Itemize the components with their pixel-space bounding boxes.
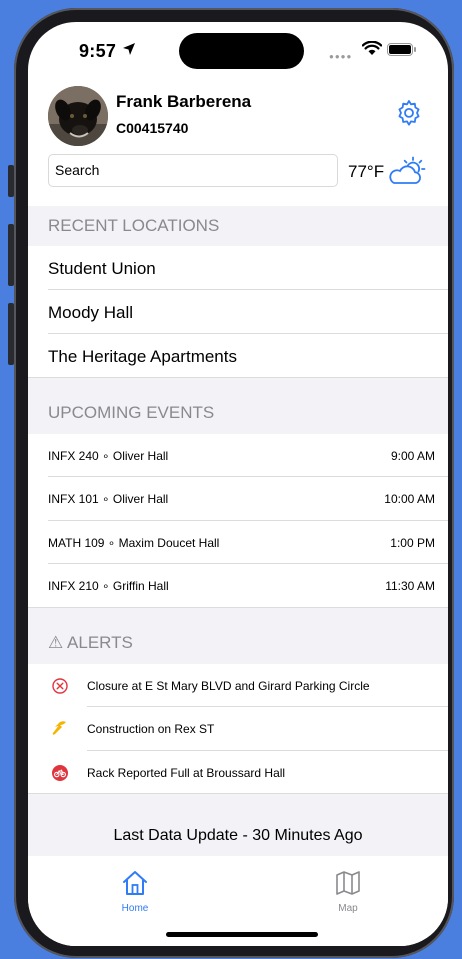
last-update-text: Last Data Update - 30 Minutes Ago xyxy=(113,827,363,844)
alert-row[interactable]: Rack Reported Full at Broussard Hall xyxy=(28,751,448,794)
dynamic-island xyxy=(179,33,304,69)
event-time: 10:00 AM xyxy=(384,492,435,506)
search-input[interactable]: Search xyxy=(48,154,338,187)
event-row[interactable]: INFX 240 ∘ Oliver Hall 9:00 AM xyxy=(28,434,448,477)
recent-location-item[interactable]: Moody Hall xyxy=(28,290,448,334)
event-title: INFX 101 ∘ Oliver Hall xyxy=(48,492,169,506)
event-time: 9:00 AM xyxy=(390,449,435,463)
event-row[interactable]: INFX 101 ∘ Oliver Hall 10:00 AM xyxy=(28,477,448,521)
event-title: INFX 240 ∘ Oliver Hall xyxy=(48,449,169,463)
alerts-header: ⚠ ALERTS xyxy=(28,608,448,664)
closure-icon xyxy=(52,678,68,694)
event-time: 1:00 PM xyxy=(390,536,435,550)
app-screen: 9:57 ●●●● Frank Barberena C00415740 Sear… xyxy=(28,22,448,946)
last-update-footer: Last Data Update - 30 Minutes Ago xyxy=(28,794,448,856)
avatar[interactable] xyxy=(48,86,108,146)
location-label: The Heritage Apartments xyxy=(48,347,237,366)
status-time: 9:57 xyxy=(79,41,117,61)
recent-location-item[interactable]: Student Union xyxy=(28,246,448,290)
alert-text: Closure at E St Mary BLVD and Girard Par… xyxy=(87,679,370,693)
wifi-icon xyxy=(362,41,382,55)
recent-locations-header: RECENT LOCATIONS xyxy=(28,206,448,246)
mute-switch xyxy=(8,165,14,197)
profile-name: Frank Barberena xyxy=(116,92,252,111)
battery-icon xyxy=(387,43,416,56)
partly-cloudy-icon xyxy=(389,156,426,184)
signal-dots-icon: ●●●● xyxy=(329,52,353,61)
tab-map-label: Map xyxy=(338,903,358,914)
map-icon xyxy=(336,871,360,895)
event-row[interactable]: INFX 210 ∘ Griffin Hall 11:30 AM xyxy=(28,564,448,608)
upcoming-events-header: UPCOMING EVENTS xyxy=(28,378,448,434)
location-label: Student Union xyxy=(48,259,156,278)
alert-row[interactable]: Closure at E St Mary BLVD and Girard Par… xyxy=(28,664,448,707)
event-time: 11:30 AM xyxy=(385,579,435,593)
home-indicator xyxy=(166,932,318,937)
avatar-photo xyxy=(48,86,108,146)
weather-temperature: 77°F xyxy=(348,162,385,181)
settings-gear-icon[interactable] xyxy=(395,98,423,126)
location-arrow-icon xyxy=(123,43,135,55)
event-title: INFX 210 ∘ Griffin Hall xyxy=(48,579,169,593)
recent-location-item[interactable]: The Heritage Apartments xyxy=(28,334,448,378)
hammer-icon xyxy=(52,721,66,735)
profile-id: C00415740 xyxy=(116,120,189,136)
volume-up-button xyxy=(8,224,14,286)
bike-icon xyxy=(52,765,68,781)
tab-home-label: Home xyxy=(121,903,149,914)
location-label: Moody Hall xyxy=(48,303,134,322)
alert-text: Rack Reported Full at Broussard Hall xyxy=(87,766,286,780)
alert-row[interactable]: Construction on Rex ST xyxy=(28,707,448,751)
status-bar: 9:57 ●●●● xyxy=(28,22,448,74)
volume-down-button xyxy=(8,303,14,365)
event-row[interactable]: MATH 109 ∘ Maxim Doucet Hall 1:00 PM xyxy=(28,521,448,564)
event-title: MATH 109 ∘ Maxim Doucet Hall xyxy=(48,536,220,550)
home-icon xyxy=(123,871,147,895)
alert-text: Construction on Rex ST xyxy=(87,722,215,736)
tab-map[interactable]: Map xyxy=(308,870,388,914)
tab-home[interactable]: Home xyxy=(95,870,175,914)
